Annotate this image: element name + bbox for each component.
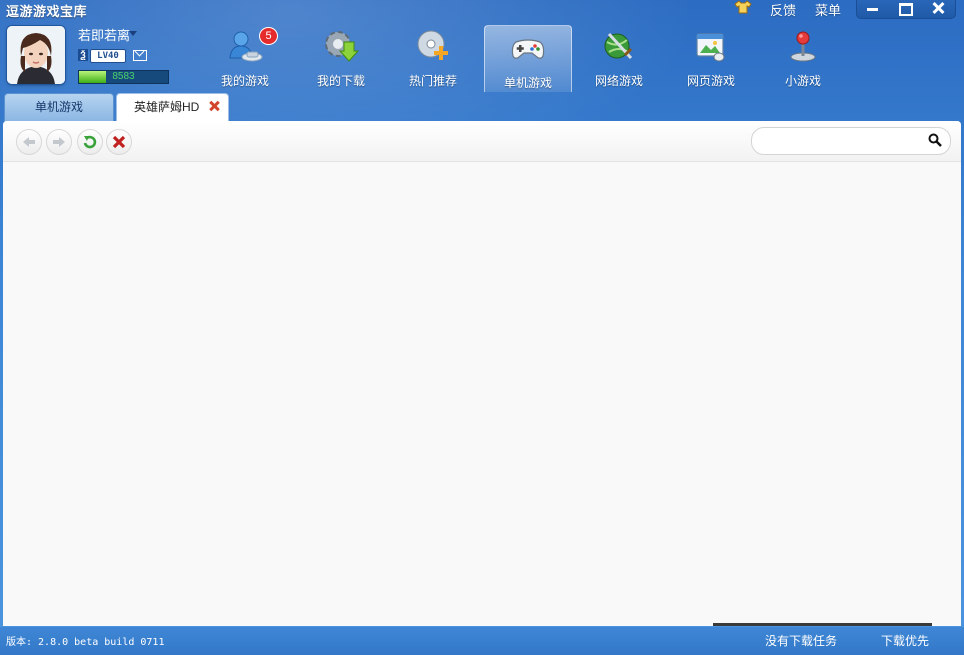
- stop-button[interactable]: [106, 129, 132, 155]
- nav-web-games[interactable]: 网页游戏: [668, 24, 754, 92]
- nav-single-player[interactable]: 单机游戏: [484, 25, 572, 92]
- tab-single-player[interactable]: 单机游戏: [4, 93, 114, 122]
- content-panel: [3, 121, 961, 626]
- nav-mini-games[interactable]: 小游戏: [760, 24, 846, 92]
- stop-x-icon: [112, 135, 126, 149]
- vip-icon: Ѯ: [78, 49, 88, 61]
- maximize-button[interactable]: [890, 0, 923, 18]
- level-badge: LV40: [90, 49, 126, 63]
- status-bar: 版本: 2.8.0 beta build 0711 没有下载任务 下载优先: [0, 627, 964, 655]
- refresh-button[interactable]: [77, 129, 103, 155]
- nav-hot-recommend[interactable]: 热门推荐: [390, 24, 476, 92]
- search-box: [751, 127, 951, 155]
- experience-value: 8583: [112, 71, 135, 82]
- close-window-button[interactable]: [922, 0, 955, 18]
- skin-shirt-icon[interactable]: [734, 0, 752, 14]
- globe-sword-icon: [604, 32, 633, 60]
- download-priority-link[interactable]: 下载优先: [881, 632, 929, 649]
- menu-link[interactable]: 菜单: [815, 0, 841, 19]
- username[interactable]: 若即若离: [78, 25, 130, 44]
- minimize-button[interactable]: [857, 0, 890, 18]
- search-input[interactable]: [762, 131, 926, 151]
- mail-icon[interactable]: [133, 50, 147, 61]
- nav-label: 我的下载: [316, 74, 365, 88]
- nav-label: 热门推荐: [408, 74, 457, 88]
- arrow-right-icon: [53, 137, 65, 147]
- app-window: 逗游游戏宝库 反馈 菜单 若即若离 Ѯ LV40 8583 5 我的游戏 我的下…: [0, 0, 964, 655]
- disc-plus-icon: [417, 30, 448, 60]
- version-text: 版本: 2.8.0 beta build 0711: [6, 637, 165, 648]
- app-title: 逗游游戏宝库: [6, 4, 88, 19]
- joystick-icon: [790, 31, 816, 62]
- tab-label: 英雄萨姆HD: [134, 100, 200, 114]
- chevron-down-icon[interactable]: [129, 31, 137, 36]
- back-button[interactable]: [16, 129, 42, 155]
- gear-download-icon: [325, 31, 359, 62]
- gamepad-icon: [511, 39, 545, 59]
- nav-my-games[interactable]: 5 我的游戏: [202, 24, 288, 92]
- arrow-left-icon: [23, 137, 35, 147]
- nav-label: 我的游戏: [220, 74, 269, 88]
- search-icon[interactable]: [928, 133, 942, 147]
- nav-label: 网络游戏: [594, 74, 643, 88]
- avatar-portrait-icon: [7, 26, 65, 84]
- user-group-icon: [229, 31, 263, 62]
- download-tasks-link[interactable]: 没有下载任务: [765, 632, 837, 649]
- avatar[interactable]: [7, 26, 65, 84]
- tab-serious-sam-hd[interactable]: 英雄萨姆HD: [116, 93, 229, 122]
- refresh-icon: [83, 135, 97, 149]
- nav-online-games[interactable]: 网络游戏: [576, 24, 662, 92]
- experience-bar: 8583: [78, 70, 169, 84]
- nav-label: 单机游戏: [503, 76, 552, 90]
- nav-label: 小游戏: [784, 74, 821, 88]
- browser-toolbar: [3, 121, 961, 162]
- notification-badge: 5: [259, 27, 278, 45]
- scroll-indicator: [713, 623, 932, 626]
- window-controls: [856, 0, 956, 19]
- close-tab-icon[interactable]: [208, 100, 220, 112]
- nav-my-downloads[interactable]: 我的下载: [298, 24, 384, 92]
- browser-window-icon: [696, 33, 725, 62]
- nav-label: 网页游戏: [686, 74, 735, 88]
- feedback-link[interactable]: 反馈: [770, 0, 796, 19]
- forward-button[interactable]: [46, 129, 72, 155]
